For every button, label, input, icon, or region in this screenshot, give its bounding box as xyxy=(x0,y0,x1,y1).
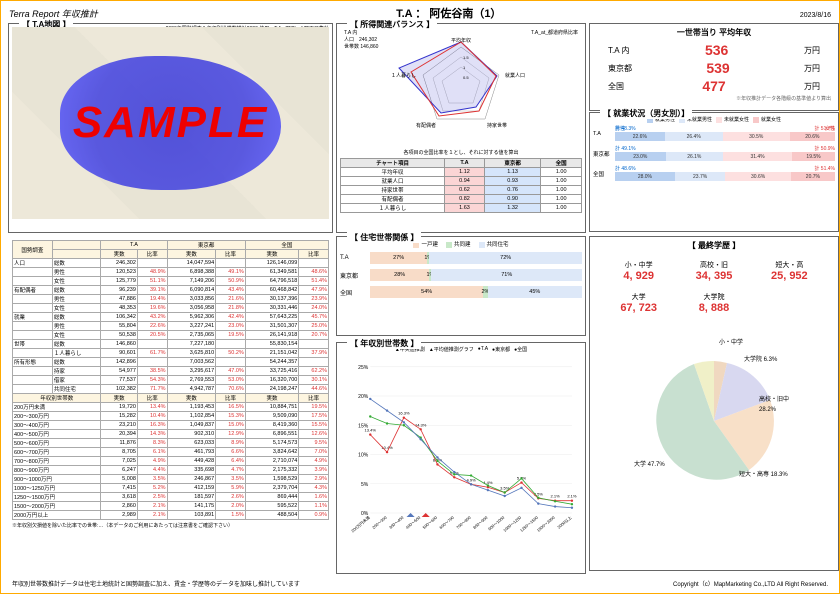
svg-text:16.3%: 16.3% xyxy=(398,410,410,415)
census-table-panel: 国勢調査T.A東京都全国実数比率実数比率実数比率人口総数246,30214,04… xyxy=(8,236,333,576)
edu-cell: 高校・旧34, 395 xyxy=(678,257,749,285)
housing-title: 【 住宅世帯関係 】 xyxy=(347,232,421,243)
svg-text:2.1%: 2.1% xyxy=(551,493,561,498)
income-dist-panel: 【 年収別世帯数 】 ▲中央値推測 ▲平均値推測グラフ ●T.A ●東京都 ●全… xyxy=(336,342,586,574)
education-panel: 【 最終学歴 】 小・中学4, 929高校・旧34, 395短大・高25, 95… xyxy=(589,236,839,571)
radar-legend: T.A_at_都道府県比率 xyxy=(531,29,578,36)
income-row: T.A 内536万円 xyxy=(593,41,835,59)
page-date: 2023/8/16 xyxy=(800,12,831,19)
map-image: SAMPLE xyxy=(12,27,329,219)
svg-text:0.5: 0.5 xyxy=(463,75,469,80)
edu-pie-chart: 小・中学 大学院 6.3% 高校・旧中 28.2% 大学 47.7% 短大・高専… xyxy=(593,321,835,501)
edu-cell: 小・中学4, 929 xyxy=(603,257,674,285)
svg-text:700～800: 700～800 xyxy=(455,514,472,530)
svg-text:10%: 10% xyxy=(358,452,369,458)
map-panel: 【 T.A地図 】 2020年国勢調査＆年収別世帯数推計2020 使用 T.A … xyxy=(8,23,333,233)
census-table: 国勢調査T.A東京都全国実数比率実数比率実数比率人口総数246,30214,04… xyxy=(12,240,329,520)
balance-table: チャート項目T.A東京都全国 平均年収1.121.131.00就業人口0.940… xyxy=(340,158,582,213)
svg-text:5%: 5% xyxy=(361,481,369,487)
house-row: 全国54%2%45% xyxy=(340,286,582,298)
house-row: T.A27%1%72% xyxy=(340,252,582,264)
table-note: ※年収別欠損値を除いた比率での世帯:…（本データのご利用にあたっては注意書をご確… xyxy=(12,522,329,529)
svg-text:持家世帯: 持家世帯 xyxy=(487,122,507,129)
svg-text:13.4%: 13.4% xyxy=(365,427,377,432)
copyright: Copyright（c）MapMarketing Co.,LTD All Rig… xyxy=(673,579,828,588)
edu-cell: 短大・高25, 952 xyxy=(754,257,825,285)
svg-text:大学院 6.3%: 大学院 6.3% xyxy=(744,355,778,363)
emp-title: 【 就業状況（男女別）】 xyxy=(600,108,692,119)
svg-text:25%: 25% xyxy=(358,364,369,370)
svg-text:300～400: 300～400 xyxy=(388,514,405,530)
edu-title: 【 最終学歴 】 xyxy=(593,240,835,251)
svg-text:1500～2000: 1500～2000 xyxy=(536,514,557,532)
sample-watermark: SAMPLE xyxy=(73,98,268,148)
svg-text:2.1%: 2.1% xyxy=(567,493,577,498)
svg-text:高校・旧中: 高校・旧中 xyxy=(759,395,789,403)
svg-text:小・中学: 小・中学 xyxy=(719,338,743,346)
edu-cell: 大学67, 723 xyxy=(603,289,674,317)
svg-text:600～700: 600～700 xyxy=(438,514,455,530)
svg-text:短大・高専 18.3%: 短大・高専 18.3% xyxy=(739,470,788,478)
income-avg-title: 一世帯当り 平均年収 xyxy=(593,27,835,38)
svg-text:28.2%: 28.2% xyxy=(759,407,777,413)
income-note: ※年収推計データ各階級の基準値より算出 xyxy=(593,95,835,102)
emp-row: 東京都計 49.1%計 50.9%23.0%26.1%31.4%19.5% xyxy=(593,145,835,162)
housing-panel: 【 住宅世帯関係 】 一戸建 共同建 共同住宅 T.A27%1%72%東京都28… xyxy=(336,236,586,336)
svg-text:2000以上: 2000以上 xyxy=(556,514,573,530)
balance-panel: 【 所得関連バランス 】 T.A 内 人口 246,302 世帯数 146,86… xyxy=(336,23,586,233)
emp-row: T.A計 48.3%計 51.7%男性女性22.6%26.4%30.5%20.6… xyxy=(593,125,835,142)
house-row: 東京都28%1%71% xyxy=(340,269,582,281)
income-row: 全国477万円 xyxy=(593,77,835,95)
edu-cell: 大学院8, 888 xyxy=(678,289,749,317)
svg-text:大学 47.7%: 大学 47.7% xyxy=(634,460,665,468)
income-dist-chart: 0%5%10%15%20%25%13.4%10.4%16.3%14.3%8.3%… xyxy=(340,355,582,555)
svg-text:200万円未満: 200万円未満 xyxy=(350,514,371,533)
svg-text:就業人口: 就業人口 xyxy=(505,72,525,79)
balance-meta: T.A 内 人口 246,302 世帯数 146,860 xyxy=(344,29,378,50)
footer-note: 年収別世帯数推計データは住宅土地統計と国勢調査に加え、賃金・学歴等のデータを加味… xyxy=(12,579,300,588)
dist-title: 【 年収別世帯数 】 xyxy=(347,338,421,349)
income-avg-panel: 一世帯当り 平均年収 T.A 内536万円東京都539万円全国477万円 ※年収… xyxy=(589,23,839,111)
employment-panel: 【 就業状況（男女別）】 就業男性 未就業男性 未就業女性 就業女性 T.A計 … xyxy=(589,112,839,232)
svg-text:有配偶者: 有配偶者 xyxy=(416,122,436,129)
balance-note: 各項目の全国比率を１とし、それに対する値を算出 xyxy=(340,149,582,156)
income-row: 東京都539万円 xyxy=(593,59,835,77)
svg-text:１人暮らし: １人暮らし xyxy=(391,72,416,79)
svg-text:1.5: 1.5 xyxy=(463,55,469,60)
svg-text:200～300: 200～300 xyxy=(371,514,388,530)
emp-row: 全国計 48.6%計 51.4%28.0%23.7%30.6%20.7% xyxy=(593,165,835,182)
svg-text:20%: 20% xyxy=(358,394,369,400)
svg-text:平均年収: 平均年収 xyxy=(451,37,471,44)
